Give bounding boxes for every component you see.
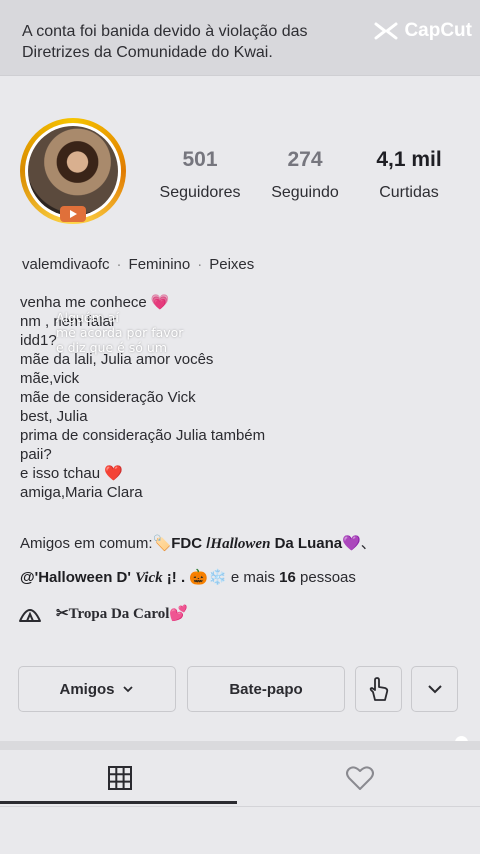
bio-line: prima de consideração Julia também	[20, 427, 266, 444]
bio-line: paii?	[20, 446, 52, 463]
caption-line: me acorda por favor	[56, 325, 184, 340]
more-options-button[interactable]	[411, 666, 458, 712]
caption-line: e diz que é só um	[56, 340, 168, 355]
tabs-bottom-border	[0, 806, 480, 807]
chevron-down-icon	[122, 686, 133, 693]
people-text: pessoas	[295, 569, 356, 586]
following-label: Seguindo	[271, 184, 339, 201]
username: valemdivaofc	[22, 256, 110, 273]
scissors-icon: ✂	[56, 605, 69, 622]
bio-line: mãe,vick	[20, 370, 80, 387]
friends-button[interactable]: Amigos	[18, 666, 176, 712]
grid-icon	[108, 766, 132, 790]
friends-button-label: Amigos	[59, 680, 115, 698]
more-count: 16	[279, 569, 296, 586]
capcut-logo-icon	[374, 22, 398, 40]
likes-label: Curtidas	[379, 184, 439, 201]
friend-name[interactable]: FDC /	[171, 535, 210, 552]
friend-name-suffix[interactable]: ¡! . 🎃❄️	[163, 569, 227, 586]
followers-label: Seguidores	[159, 184, 241, 201]
watermark-label: CapCut	[404, 20, 472, 41]
following-count: 274	[287, 148, 323, 171]
tab-likes[interactable]	[240, 750, 480, 806]
section-divider	[0, 741, 480, 750]
caption-line: Alguém aí	[56, 310, 119, 325]
chat-button-label: Bate-papo	[229, 680, 303, 698]
group-link[interactable]: ✂Tropa Da Carol💕	[18, 603, 188, 623]
zodiac-sign: Peixes	[209, 256, 255, 273]
bio-line: amiga,Maria Clara	[20, 484, 143, 501]
chat-button[interactable]: Bate-papo	[187, 666, 345, 712]
bio-line: e isso tchau ❤️	[20, 465, 123, 482]
profile-meta: valemdivaofc · Feminino · Peixes	[22, 256, 255, 273]
tab-posts[interactable]	[0, 750, 240, 806]
bio-line: mãe de consideração Vick	[20, 389, 196, 406]
heart-icon	[346, 766, 374, 790]
likes-count: 4,1 mil	[376, 148, 442, 171]
capcut-watermark: CapCut	[373, 20, 472, 42]
tag-icon: 🏷️	[152, 535, 172, 552]
friend-name-styled[interactable]: Vick	[135, 570, 163, 586]
mutual-friends[interactable]: Amigos em comum:🏷️FDC /Hallowen Da Luana…	[20, 527, 376, 595]
likes-stat[interactable]: 4,1 mil Curtidas	[366, 148, 452, 202]
profile-tabs	[0, 750, 480, 806]
group-name-text: Tropa Da Carol💕	[68, 605, 189, 622]
live-play-icon	[60, 206, 86, 222]
tent-icon	[19, 609, 41, 622]
followers-stat[interactable]: 501 Seguidores	[158, 148, 242, 202]
followers-count: 501	[182, 148, 218, 171]
video-caption-overlay: Alguém aí me acorda por favor e diz que …	[56, 310, 183, 355]
following-stat[interactable]: 274 Seguindo	[266, 148, 344, 202]
group-name: ✂Tropa Da Carol💕	[56, 604, 188, 623]
gender: Feminino	[128, 256, 191, 273]
share-button[interactable]	[355, 666, 402, 712]
ban-notice-text: A conta foi banida devido à violação das…	[22, 23, 308, 61]
avatar-photo	[28, 126, 118, 222]
active-tab-indicator	[0, 801, 237, 804]
mutual-friends-prefix: Amigos em comum:	[20, 535, 153, 552]
and-more-text: e mais	[226, 569, 280, 586]
friend-name-suffix[interactable]: Da Luana💜	[270, 535, 361, 552]
friend-name[interactable]: @'Halloween D'	[20, 569, 135, 586]
share-hand-icon	[369, 677, 388, 701]
avatar[interactable]	[20, 118, 126, 224]
friend-name-styled[interactable]: Hallowen	[210, 536, 270, 552]
friends-separator: 、	[360, 535, 376, 552]
bio-line: best, Julia	[20, 408, 88, 425]
chevron-down-icon	[427, 685, 442, 694]
